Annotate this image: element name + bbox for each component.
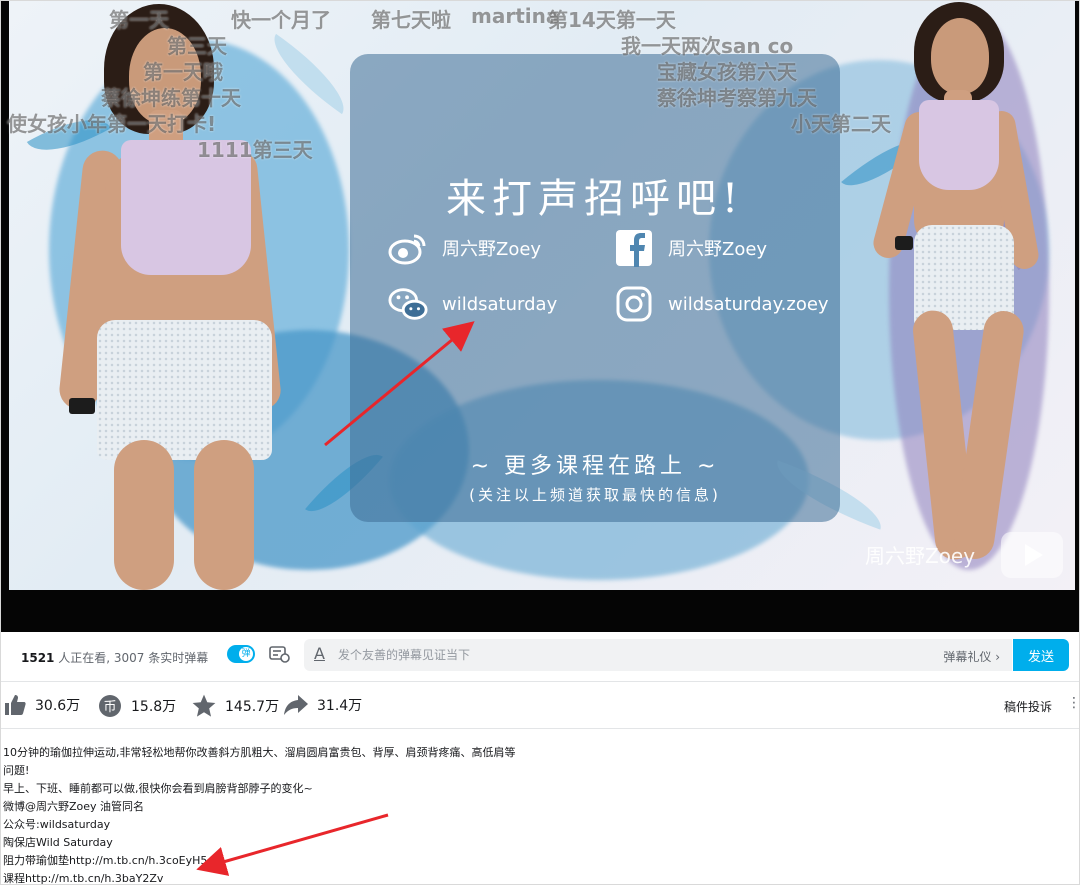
like-button[interactable]: 30.6万 [3, 693, 80, 717]
channel-watermark: 周六野Zoey [865, 544, 976, 568]
danmaku-comment: 快一个月了 [231, 8, 331, 32]
viewer-stats-text: 人正在看, 3007 条实时弹幕 [54, 651, 209, 665]
danmaku-etiquette-link[interactable]: 弹幕礼仪 › [943, 648, 1000, 665]
card-subtitle: ~ 更多课程在路上 ~ [470, 454, 720, 479]
danmaku-comment: 第一天 [109, 8, 169, 32]
danmaku-comment: 第七天啦 [371, 8, 451, 32]
description-line: 微博@周六野Zoey 油管同名 [3, 800, 145, 813]
play-logo-icon [1001, 532, 1063, 578]
danmaku-comment: 蔡徐坤考察第九天 [657, 86, 817, 110]
danmaku-comment: 使女孩小年第一天打卡! [7, 112, 217, 136]
like-count: 30.6万 [35, 698, 81, 714]
danmaku-comment: 第三天 [167, 34, 227, 58]
danmaku-toggle[interactable]: 弹 [227, 645, 255, 663]
weibo-handle: 周六野Zoey [442, 239, 542, 260]
card-title: 来打声招呼吧! [445, 176, 745, 222]
instagram-icon [614, 284, 654, 324]
video-actions: 30.6万 币 15.8万 145.7万 31.4万 稿件投诉 ⋮ [1, 685, 1080, 729]
danmaku-settings-icon[interactable] [269, 644, 291, 664]
coin-button[interactable]: 币 15.8万 [97, 693, 176, 719]
description-line: 10分钟的瑜伽拉伸运动,非常轻松地帮你改善斜方肌粗大、溜肩圆肩富贵包、背厚、肩颈… [3, 746, 516, 759]
danmaku-bar: 1521 人正在看, 3007 条实时弹幕 弹 A 弹幕礼仪 › 发送 [1, 632, 1079, 682]
star-icon [192, 694, 216, 717]
danmaku-input-box: A 弹幕礼仪 › [304, 639, 1012, 671]
video-description: 10分钟的瑜伽拉伸运动,非常轻松地帮你改善斜方肌粗大、溜肩圆肩富贵包、背厚、肩颈… [3, 744, 563, 885]
svg-text:币: 币 [103, 700, 116, 715]
wechat-handle: wildsaturday [442, 293, 558, 315]
description-link[interactable]: 阻力带瑜伽垫http://m.tb.cn/h.3coEyH5 [3, 852, 563, 870]
report-link[interactable]: 稿件投诉 [1004, 698, 1052, 715]
weibo-icon [388, 228, 428, 268]
description-line: 陶保店Wild Saturday [3, 836, 113, 849]
danmaku-input[interactable] [338, 643, 898, 667]
more-options-icon[interactable]: ⋮ [1067, 695, 1080, 711]
danmaku-comment: 第一天哦 [143, 60, 223, 84]
share-count: 31.4万 [317, 698, 363, 714]
social-media-card: 来打声招呼吧! 周六野Zoey 周六野Zoey wildsaturday wil… [350, 54, 840, 522]
facebook-contact: 周六野Zoey [614, 228, 767, 268]
description-line: 问题! [3, 764, 30, 777]
danmaku-comment: 小天第二天 [791, 112, 891, 136]
danmaku-toggle-label: 弹 [239, 647, 253, 661]
danmaku-comment: martina [471, 4, 560, 28]
description-link[interactable]: 课程http://m.tb.cn/h.3baY2Zv [3, 870, 563, 885]
viewer-count: 1521 [21, 651, 55, 665]
wechat-icon [388, 284, 428, 324]
share-button[interactable]: 31.4万 [283, 693, 362, 717]
instagram-handle: wildsaturday.zoey [668, 293, 829, 315]
weibo-contact: 周六野Zoey [388, 228, 541, 268]
favorite-button[interactable]: 145.7万 [191, 693, 279, 719]
description-line: 公众号:wildsaturday [3, 818, 111, 831]
thumbs-up-icon [5, 695, 26, 715]
danmaku-comment: 宝藏女孩第六天 [657, 60, 797, 84]
danmaku-comment: 蔡徐坤练第十天 [101, 86, 241, 110]
viewer-stats: 1521 人正在看, 3007 条实时弹幕 [21, 649, 208, 666]
facebook-handle: 周六野Zoey [668, 239, 768, 260]
danmaku-comment: 1111第三天 [197, 138, 313, 162]
coin-icon: 币 [99, 695, 121, 717]
card-note: (关注以上频道获取最快的信息) [469, 486, 721, 504]
danmaku-comment: 第14天第一天 [548, 8, 676, 32]
instagram-contact: wildsaturday.zoey [614, 284, 829, 324]
send-danmaku-button[interactable]: 发送 [1013, 639, 1069, 671]
coin-count: 15.8万 [131, 699, 177, 715]
video-player[interactable]: 来打声招呼吧! 周六野Zoey 周六野Zoey wildsaturday wil… [1, 0, 1079, 632]
danmaku-comment: 我一天两次san co [621, 34, 794, 58]
description-line: 早上、下班、睡前都可以做,很快你会看到肩膀背部脖子的变化~ [3, 782, 313, 795]
wechat-contact: wildsaturday [388, 284, 557, 324]
share-arrow-icon [284, 695, 308, 715]
favorite-count: 145.7万 [225, 699, 280, 715]
facebook-icon [614, 228, 654, 268]
text-style-icon[interactable]: A [314, 644, 325, 663]
